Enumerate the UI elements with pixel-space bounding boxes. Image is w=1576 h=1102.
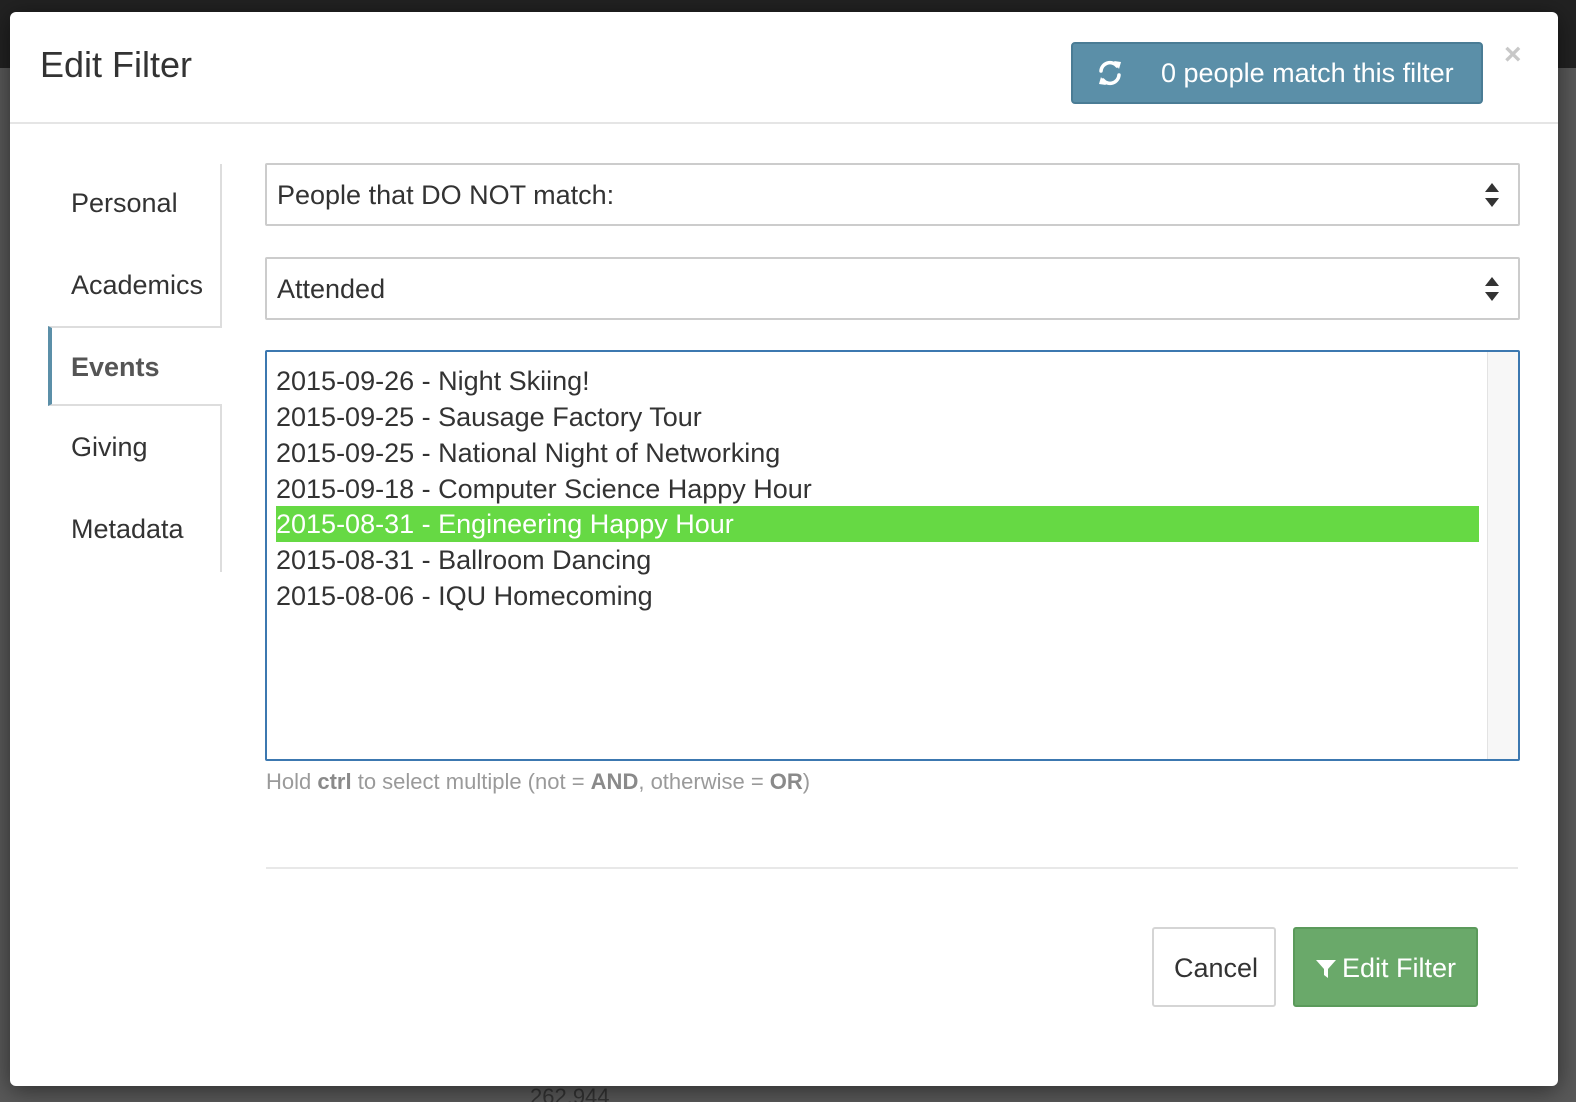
event-option[interactable]: 2015-08-31 - Ballroom Dancing [276, 542, 1479, 578]
edit-filter-button[interactable]: Edit Filter [1293, 927, 1478, 1007]
nav-item-events[interactable]: Events [48, 326, 222, 406]
backdrop-count: 262,944 [530, 1084, 610, 1102]
filter-category-nav: Personal Academics Events Giving Metadat… [48, 164, 222, 572]
nav-item-academics[interactable]: Academics [48, 246, 220, 326]
nav-item-label: Academics [71, 270, 204, 300]
match-mode-select[interactable]: People that DO NOT match: [265, 163, 1520, 226]
match-count-button[interactable]: 0 people match this filter [1071, 42, 1483, 104]
event-option[interactable]: 2015-09-18 - Computer Science Happy Hour [276, 471, 1479, 507]
edit-filter-label: Edit Filter [1342, 953, 1457, 983]
nav-item-label: Personal [71, 188, 178, 218]
modal-header: Edit Filter 0 people match this filter × [10, 12, 1558, 124]
nav-item-metadata[interactable]: Metadata [48, 490, 220, 570]
nav-item-giving[interactable]: Giving [48, 408, 220, 488]
nav-item-label: Giving [71, 432, 148, 462]
events-multiselect[interactable]: 2015-09-26 - Night Skiing! 2015-09-25 - … [265, 350, 1520, 761]
edit-filter-modal: Edit Filter 0 people match this filter ×… [10, 12, 1558, 1086]
event-option-selected[interactable]: 2015-08-31 - Engineering Happy Hour [276, 506, 1479, 542]
match-mode-value: People that DO NOT match: [277, 180, 615, 210]
criteria-select[interactable]: Attended [265, 257, 1520, 320]
multiselect-help-text: Hold ctrl to select multiple (not = AND,… [266, 769, 811, 794]
close-icon[interactable]: × [1504, 38, 1522, 72]
updown-icon [1485, 183, 1499, 207]
refresh-icon [1099, 60, 1121, 86]
updown-icon [1485, 277, 1499, 301]
footer-divider [266, 867, 1518, 869]
list-scrollbar[interactable] [1487, 352, 1518, 759]
modal-title: Edit Filter [40, 44, 193, 85]
event-option[interactable]: 2015-09-25 - Sausage Factory Tour [276, 399, 1479, 435]
criteria-value: Attended [277, 274, 386, 304]
nav-item-label: Metadata [71, 514, 184, 544]
match-count-label: 0 people match this filter [1161, 58, 1454, 88]
cancel-button[interactable]: Cancel [1152, 927, 1276, 1007]
cancel-label: Cancel [1174, 953, 1259, 983]
event-option[interactable]: 2015-08-06 - IQU Homecoming [276, 578, 1479, 614]
filter-icon [1316, 960, 1336, 978]
nav-item-personal[interactable]: Personal [48, 164, 220, 244]
event-option[interactable]: 2015-09-25 - National Night of Networkin… [276, 435, 1479, 471]
event-option[interactable]: 2015-09-26 - Night Skiing! [276, 363, 1479, 399]
nav-item-label: Events [71, 352, 160, 382]
